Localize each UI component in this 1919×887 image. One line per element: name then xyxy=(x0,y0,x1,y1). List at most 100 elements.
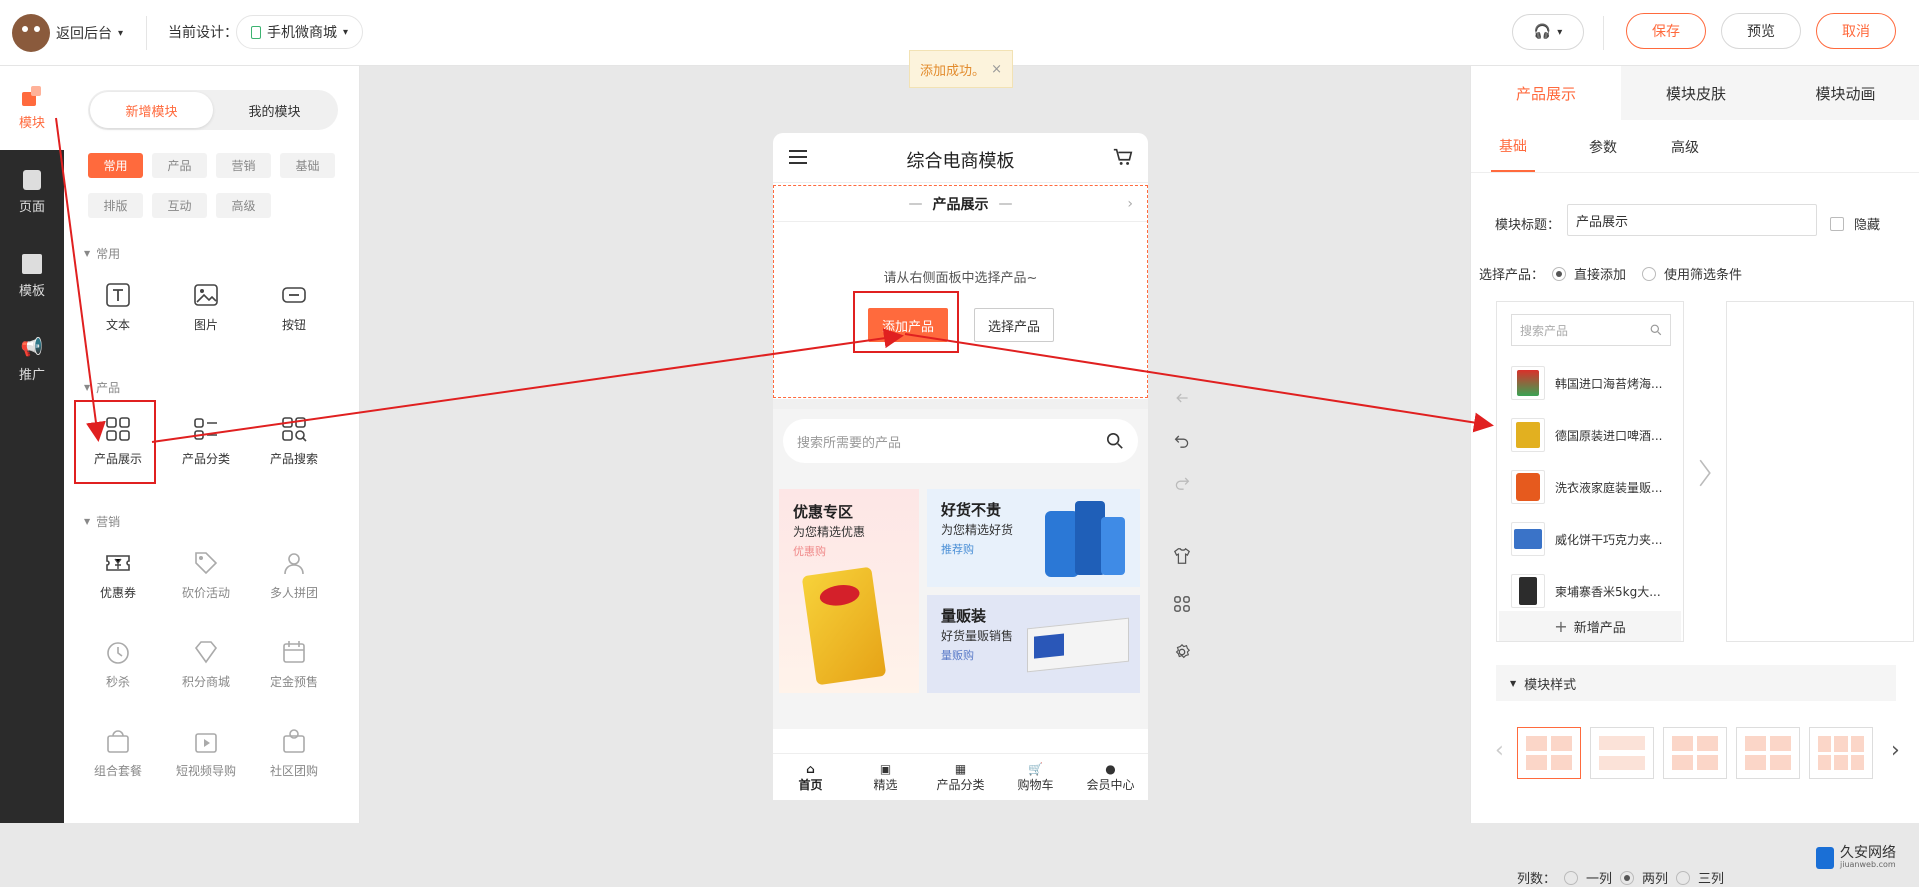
section-header[interactable]: ▼ 产品 xyxy=(84,379,120,396)
style-option[interactable] xyxy=(1736,727,1800,779)
design-selector[interactable]: 手机微商城 ▾ xyxy=(236,15,364,49)
cancel-button[interactable]: 取消 xyxy=(1816,13,1896,49)
category-icon xyxy=(194,417,217,440)
category-chip[interactable]: 高级 xyxy=(216,193,271,218)
module-community[interactable]: 社区团购 xyxy=(254,718,334,788)
design-name: 手机微商城 xyxy=(267,25,337,41)
phone-title: 综合电商模板 xyxy=(906,151,1015,172)
category-chip[interactable]: 排版 xyxy=(88,193,143,218)
phone-preview: 综合电商模板 — 产品展示 — › 请从右侧面板中选择产品~ 添加产品 选择产品 搜… xyxy=(773,133,1148,800)
tab-my-module[interactable]: 我的模块 xyxy=(213,92,336,128)
module-tabs: 新增模块 我的模块 xyxy=(88,90,338,130)
tissue-box-image xyxy=(1027,617,1129,673)
close-icon[interactable]: × xyxy=(991,62,1002,77)
style-option[interactable] xyxy=(1809,727,1873,779)
product-item[interactable]: 洗衣液家庭装量贩... xyxy=(1511,465,1681,509)
chevron-right-icon[interactable]: › xyxy=(1891,738,1900,763)
arrow-left-icon[interactable] xyxy=(1170,386,1194,410)
module-group-buy[interactable]: 多人拼团 xyxy=(254,540,334,610)
module-product-category[interactable]: 产品分类 xyxy=(166,406,246,476)
style-option[interactable] xyxy=(1517,727,1581,779)
chevron-left-icon[interactable]: ‹ xyxy=(1495,738,1504,763)
phone-search-bar[interactable]: 搜索所需要的产品 xyxy=(783,419,1138,463)
category-chip[interactable]: 产品 xyxy=(152,153,207,178)
undo-icon[interactable] xyxy=(1170,428,1194,452)
support-menu[interactable]: 🎧 ▾ xyxy=(1512,14,1584,50)
nav-item-category[interactable]: ▦ 产品分类 xyxy=(923,754,998,800)
module-image[interactable]: 图片 xyxy=(166,272,246,342)
module-flash-sale[interactable]: 秒杀 xyxy=(78,629,158,699)
rail-item-page[interactable]: 页面 xyxy=(0,150,64,234)
module-points-mall[interactable]: 积分商城 xyxy=(166,629,246,699)
rail-item-module[interactable]: 模块 xyxy=(0,66,64,150)
category-chip[interactable]: 基础 xyxy=(280,153,335,178)
product-item[interactable]: 柬埔寨香米5kg大... xyxy=(1511,569,1681,613)
title-label: 模块标题： xyxy=(1495,218,1561,233)
radio-filter[interactable] xyxy=(1642,266,1657,281)
rail-item-promote[interactable]: 📢 推广 xyxy=(0,318,64,402)
rail-item-template[interactable]: 模板 xyxy=(0,234,64,318)
module-combo[interactable]: 组合套餐 xyxy=(78,718,158,788)
promo-subtitle: 为您精选优惠 xyxy=(793,525,866,539)
tab-module-skin[interactable]: 模块皮肤 xyxy=(1621,66,1771,120)
diamond-icon xyxy=(194,640,218,663)
section-header[interactable]: ▼ 常用 xyxy=(84,245,120,262)
back-to-admin[interactable]: 返回后台 ▾ xyxy=(12,14,123,52)
cart-icon[interactable] xyxy=(1112,146,1134,168)
nav-item-home[interactable]: ⌂ 首页 xyxy=(773,754,848,800)
chevron-right-icon[interactable] xyxy=(1697,456,1713,490)
tab-product-display[interactable]: 产品展示 xyxy=(1471,66,1621,120)
module-product-search[interactable]: 产品搜索 xyxy=(254,406,334,476)
style-section-header[interactable]: ▼ 模块样式 xyxy=(1496,665,1896,701)
promo-card[interactable]: 量贩装 好货量贩销售 量贩购 xyxy=(927,595,1140,693)
hide-checkbox[interactable]: 隐藏 xyxy=(1830,214,1880,233)
style-option[interactable] xyxy=(1590,727,1654,779)
radio-three-column[interactable] xyxy=(1676,870,1691,885)
tab-module-animation[interactable]: 模块动画 xyxy=(1771,66,1919,120)
module-presale[interactable]: 定金预售 xyxy=(254,629,334,699)
nav-item-featured[interactable]: ▣ 精选 xyxy=(848,754,923,800)
promo-card[interactable]: 优惠专区 为您精选优惠 优惠购 xyxy=(779,489,919,693)
category-chip[interactable]: 互动 xyxy=(152,193,207,218)
category-chip[interactable]: 常用 xyxy=(88,153,143,178)
module-button[interactable]: 按钮 xyxy=(254,272,334,342)
success-toast: 添加成功。 × xyxy=(909,50,1013,88)
subtab-params[interactable]: 参数 xyxy=(1589,122,1617,172)
module-title-input[interactable]: 产品展示 xyxy=(1567,204,1817,236)
product-item[interactable]: 威化饼干巧克力夹... xyxy=(1511,517,1681,561)
preview-button[interactable]: 预览 xyxy=(1721,13,1801,49)
product-item[interactable]: 韩国进口海苔烤海... xyxy=(1511,361,1681,405)
category-chip[interactable]: 营销 xyxy=(216,153,271,178)
grid-icon: ▦ xyxy=(954,761,967,776)
save-button[interactable]: 保存 xyxy=(1626,13,1706,49)
module-bargain[interactable]: 砍价活动 xyxy=(166,540,246,610)
nav-item-member[interactable]: ● 会员中心 xyxy=(1073,754,1148,800)
style-option[interactable] xyxy=(1663,727,1727,779)
redo-icon[interactable] xyxy=(1170,470,1194,494)
module-coupon[interactable]: 优惠券 xyxy=(78,540,158,610)
section-header[interactable]: ▼ 营销 xyxy=(84,513,120,530)
promo-card[interactable]: 好货不贵 为您精选好货 推荐购 xyxy=(927,489,1140,587)
cart-icon: 🛒 xyxy=(1028,761,1043,776)
radio-one-column[interactable] xyxy=(1564,870,1579,885)
module-text[interactable]: 文本 xyxy=(78,272,158,342)
product-display-module[interactable]: — 产品展示 — › 请从右侧面板中选择产品~ 添加产品 选择产品 xyxy=(773,185,1148,398)
nav-item-cart[interactable]: 🛒 购物车 xyxy=(998,754,1073,800)
template-icon xyxy=(22,253,42,274)
radio-direct[interactable] xyxy=(1552,266,1567,281)
grid-icon[interactable] xyxy=(1170,592,1194,616)
radio-two-column[interactable] xyxy=(1620,870,1635,885)
skin-shirt-icon[interactable] xyxy=(1170,544,1194,568)
page-icon xyxy=(23,169,41,190)
subtab-advanced[interactable]: 高级 xyxy=(1671,122,1699,172)
module-short-video[interactable]: 短视频导购 xyxy=(166,718,246,788)
add-product-row[interactable]: + 新增产品 xyxy=(1499,611,1681,641)
product-item[interactable]: 德国原装进口啤酒... xyxy=(1511,413,1681,457)
product-search-input[interactable]: 搜索产品 xyxy=(1511,314,1671,346)
property-panel: 产品展示 模块皮肤 模块动画 基础 参数 高级 模块标题： 产品展示 隐藏 选择… xyxy=(1470,66,1919,887)
select-product-button[interactable]: 选择产品 xyxy=(974,308,1054,342)
gear-icon[interactable] xyxy=(1170,640,1194,664)
subtab-basic[interactable]: 基础 xyxy=(1491,122,1535,172)
divider xyxy=(1603,16,1604,50)
tab-new-module[interactable]: 新增模块 xyxy=(90,92,213,128)
